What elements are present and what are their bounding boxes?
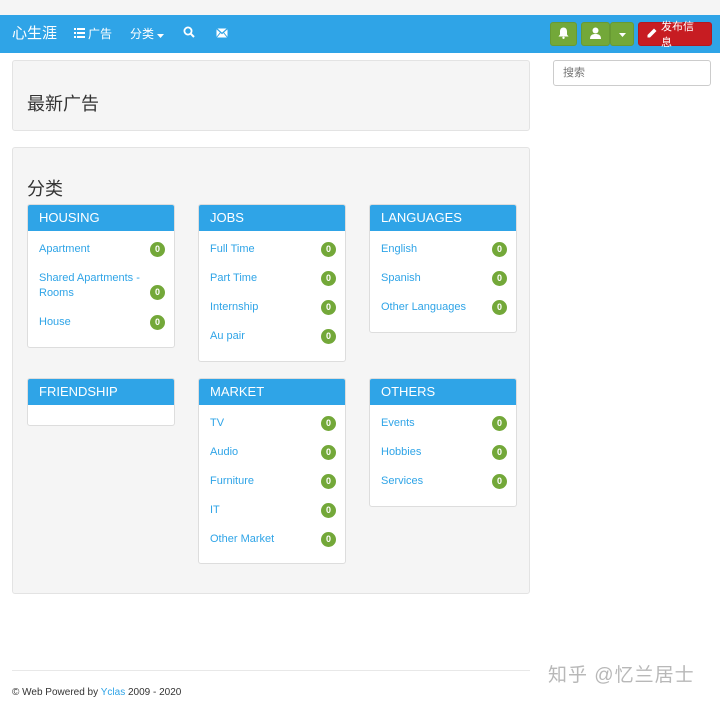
categories-title: 分类 bbox=[27, 179, 63, 199]
brand-logo[interactable]: 心生涯 bbox=[12, 15, 57, 53]
category-label: Internship bbox=[210, 301, 259, 313]
category-panel-market: MARKET TV 0 Audio 0 Furniture 0 IT 0 Oth… bbox=[198, 378, 346, 564]
footer-prefix: © Web Powered by bbox=[12, 687, 99, 698]
nav-messages[interactable] bbox=[216, 15, 228, 53]
envelope-icon bbox=[216, 15, 228, 53]
search-icon bbox=[183, 15, 195, 53]
category-label: Other Market bbox=[210, 533, 275, 545]
category-link-full-time[interactable]: Full Time 0 bbox=[210, 242, 336, 257]
panel-title[interactable]: FRIENDSHIP bbox=[28, 379, 174, 405]
count-badge: 0 bbox=[150, 285, 165, 300]
category-link-part-time[interactable]: Part Time 0 bbox=[210, 271, 336, 286]
user-menu-caret-button[interactable] bbox=[610, 22, 634, 46]
panel-title[interactable]: JOBS bbox=[199, 205, 345, 231]
notifications-button[interactable] bbox=[550, 22, 577, 46]
category-link-au-pair[interactable]: Au pair 0 bbox=[210, 329, 336, 344]
post-ad-button[interactable]: 发布信息 bbox=[638, 21, 712, 49]
category-label: Hobbies bbox=[381, 446, 422, 458]
category-panel-housing: HOUSING Apartment 0 Shared Apartments - … bbox=[27, 204, 175, 348]
user-menu-button[interactable] bbox=[581, 22, 610, 46]
panel-title[interactable]: OTHERS bbox=[370, 379, 516, 405]
category-label: Audio bbox=[210, 446, 239, 458]
count-badge: 0 bbox=[492, 445, 507, 460]
list-icon bbox=[74, 15, 85, 53]
count-badge: 0 bbox=[492, 242, 507, 257]
panel-title[interactable]: MARKET bbox=[199, 379, 345, 405]
category-label: House bbox=[39, 316, 71, 328]
category-label: Spanish bbox=[381, 272, 421, 284]
count-badge: 0 bbox=[492, 300, 507, 315]
category-link-audio[interactable]: Audio 0 bbox=[210, 445, 336, 460]
count-badge: 0 bbox=[321, 532, 336, 547]
category-label: IT bbox=[210, 504, 220, 516]
count-badge: 0 bbox=[321, 242, 336, 257]
category-link-internship[interactable]: Internship 0 bbox=[210, 300, 336, 315]
count-badge: 0 bbox=[321, 445, 336, 460]
category-link-services[interactable]: Services 0 bbox=[381, 474, 507, 489]
category-label: Apartment bbox=[39, 243, 90, 255]
category-link-spanish[interactable]: Spanish 0 bbox=[381, 271, 507, 286]
category-panel-languages: LANGUAGES English 0 Spanish 0 Other Lang… bbox=[369, 204, 517, 333]
count-badge: 0 bbox=[321, 503, 336, 518]
category-link-house[interactable]: House 0 bbox=[39, 315, 165, 330]
category-label: Services bbox=[381, 475, 424, 487]
caret-down-icon bbox=[157, 15, 165, 53]
category-panel-jobs: JOBS Full Time 0 Part Time 0 Internship … bbox=[198, 204, 346, 362]
category-link-it[interactable]: IT 0 bbox=[210, 503, 336, 518]
count-badge: 0 bbox=[492, 474, 507, 489]
category-link-events[interactable]: Events 0 bbox=[381, 416, 507, 431]
count-badge: 0 bbox=[150, 242, 165, 257]
category-label: Part Time bbox=[210, 272, 258, 284]
bell-icon bbox=[558, 27, 569, 42]
pencil-icon bbox=[647, 28, 657, 41]
category-label: Full Time bbox=[210, 243, 255, 255]
nav-ads[interactable]: 广告 bbox=[74, 15, 112, 53]
post-ad-label: 发布信息 bbox=[661, 21, 694, 49]
panel-title[interactable]: HOUSING bbox=[28, 205, 174, 231]
caret-down-icon bbox=[618, 28, 626, 40]
count-badge: 0 bbox=[492, 416, 507, 431]
category-label: Shared Apartments - Rooms bbox=[39, 272, 140, 299]
count-badge: 0 bbox=[321, 329, 336, 344]
nav-categories-dropdown[interactable]: 分类 bbox=[130, 15, 165, 53]
category-panel-friendship: FRIENDSHIP bbox=[27, 378, 175, 426]
search-input[interactable] bbox=[553, 60, 711, 86]
footer-years: 2009 - 2020 bbox=[127, 687, 182, 698]
category-label: Au pair bbox=[210, 330, 245, 342]
category-label: Other Languages bbox=[381, 301, 467, 313]
nav-categories-label: 分类 bbox=[130, 27, 155, 41]
count-badge: 0 bbox=[321, 300, 336, 315]
nav-ads-label: 广告 bbox=[88, 27, 113, 41]
category-link-shared-apartments[interactable]: Shared Apartments - Rooms 0 bbox=[39, 271, 165, 301]
category-label: Furniture bbox=[210, 475, 255, 487]
category-link-english[interactable]: English 0 bbox=[381, 242, 507, 257]
top-navbar: 心生涯 广告 分类 发布信息 bbox=[0, 15, 720, 53]
category-link-apartment[interactable]: Apartment 0 bbox=[39, 242, 165, 257]
category-link-other-market[interactable]: Other Market 0 bbox=[210, 532, 336, 547]
footer: © Web Powered by Yclas 2009 - 2020 bbox=[12, 687, 181, 698]
category-label: English bbox=[381, 243, 418, 255]
category-link-other-languages[interactable]: Other Languages 0 bbox=[381, 300, 507, 315]
nav-search[interactable] bbox=[183, 15, 195, 53]
user-icon bbox=[590, 27, 601, 42]
panel-title[interactable]: LANGUAGES bbox=[370, 205, 516, 231]
category-label: TV bbox=[210, 417, 225, 429]
category-label: Events bbox=[381, 417, 415, 429]
count-badge: 0 bbox=[150, 315, 165, 330]
browser-top-strip bbox=[0, 0, 720, 15]
category-link-hobbies[interactable]: Hobbies 0 bbox=[381, 445, 507, 460]
count-badge: 0 bbox=[492, 271, 507, 286]
count-badge: 0 bbox=[321, 416, 336, 431]
category-link-furniture[interactable]: Furniture 0 bbox=[210, 474, 336, 489]
count-badge: 0 bbox=[321, 271, 336, 286]
zhihu-watermark: 知乎 @忆兰居士 bbox=[548, 665, 695, 686]
category-link-tv[interactable]: TV 0 bbox=[210, 416, 336, 431]
footer-divider bbox=[12, 670, 530, 671]
footer-yclas-link[interactable]: Yclas bbox=[101, 687, 125, 698]
category-panel-others: OTHERS Events 0 Hobbies 0 Services 0 bbox=[369, 378, 517, 507]
count-badge: 0 bbox=[321, 474, 336, 489]
latest-ads-well: 最新广告 bbox=[12, 60, 530, 131]
latest-ads-title: 最新广告 bbox=[27, 94, 99, 114]
